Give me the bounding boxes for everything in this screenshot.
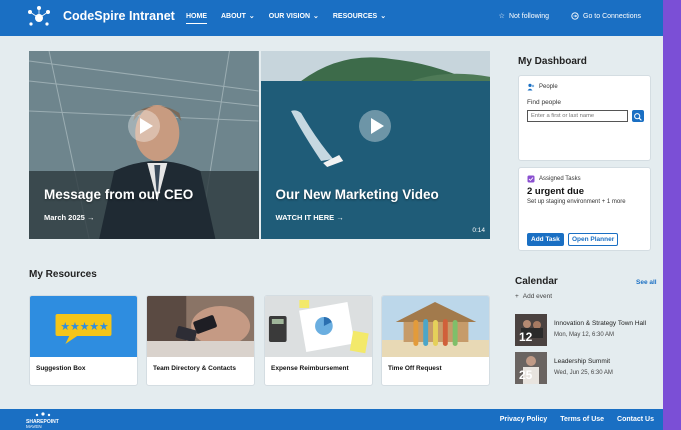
event-day: 12 [519, 330, 533, 344]
chevron-down-icon: ⌄ [313, 13, 319, 20]
svg-text:★★★★★: ★★★★★ [60, 320, 109, 333]
follow-label: Not following [508, 12, 550, 20]
hero-ceo-message[interactable]: Message from our CEO March 2025 → [29, 51, 259, 239]
privacy-policy-link[interactable]: Privacy Policy [500, 416, 547, 423]
people-card-title: People [539, 84, 558, 90]
video-duration: 0:14 [472, 227, 485, 234]
main-nav: HOME ABOUT ⌄ OUR VISION ⌄ RESOURCES ⌄ [186, 12, 400, 24]
hero-ceo-link[interactable]: March 2025 → [44, 213, 94, 222]
top-actions: ☆ Not following Go to Connections [499, 12, 641, 20]
arrow-right-icon: → [86, 213, 95, 222]
calendar-event[interactable]: 25 Leadership Summit Wed, Jun 25, 6:30 A… [515, 352, 655, 384]
resources-title: My Resources [29, 269, 97, 280]
svg-text:MAVEN: MAVEN [26, 424, 42, 429]
contact-us-link[interactable]: Contact Us [617, 416, 654, 423]
play-icon[interactable] [358, 109, 392, 143]
open-planner-button[interactable]: Open Planner [568, 233, 619, 246]
people-card-header: People [527, 83, 558, 91]
event-day: 25 [519, 368, 533, 382]
hero-marketing-video[interactable]: Our New Marketing Video WATCH IT HERE → … [260, 51, 490, 239]
resource-expense-reimbursement[interactable]: Expense Reimbursement [264, 295, 373, 386]
hero-video-link[interactable]: WATCH IT HERE → [276, 213, 344, 222]
planner-icon [527, 175, 535, 183]
see-all-link[interactable]: See all [636, 279, 657, 286]
people-card: People Find people [518, 75, 651, 161]
people-icon [527, 83, 535, 91]
go-to-connections-button[interactable]: Go to Connections [571, 12, 641, 20]
calendar-event[interactable]: 12 Innovation & Strategy Town Hall Mon, … [515, 314, 655, 346]
people-search-input[interactable] [527, 110, 628, 122]
nav-about-label: ABOUT [221, 12, 246, 20]
follow-button[interactable]: ☆ Not following [498, 12, 550, 21]
nav-home-label: HOME [186, 12, 207, 20]
top-navigation-bar: CodeSpire Intranet HOME ABOUT ⌄ OUR VISIO… [0, 0, 663, 36]
hero-ceo-title: Message from our CEO [44, 187, 194, 202]
hero-carousel: Message from our CEO March 2025 → Our Ne… [29, 51, 490, 239]
intranet-page: CodeSpire Intranet HOME ABOUT ⌄ OUR VISIO… [0, 0, 681, 430]
hero-ceo-link-label: March 2025 [44, 213, 85, 222]
task-summary[interactable]: Set up staging environment + 1 more [527, 199, 626, 205]
event-name: Innovation & Strategy Town Hall [554, 320, 647, 327]
site-footer: SHAREPOINT MAVEN Privacy Policy Terms of… [0, 409, 663, 430]
terms-of-use-link[interactable]: Terms of Use [560, 416, 604, 423]
arrow-right-icon: → [336, 213, 344, 222]
people-search-button[interactable] [632, 110, 644, 122]
event-thumbnail: 25 [515, 352, 547, 384]
connections-label: Go to Connections [583, 12, 641, 20]
hero-video-title: Our New Marketing Video [275, 187, 439, 202]
tasks-card-title: Assigned Tasks [539, 176, 581, 182]
resource-label: Expense Reimbursement [271, 365, 349, 372]
resource-label: Team Directory & Contacts [153, 365, 236, 372]
search-icon [634, 113, 642, 121]
beach-hut-image [382, 296, 489, 357]
phones-image [147, 296, 254, 357]
boat-photo [260, 51, 490, 239]
ceo-photo [29, 51, 259, 239]
add-event-label: Add event [522, 293, 553, 300]
nav-our-vision-label: OUR VISION [268, 12, 310, 20]
connections-icon [571, 12, 579, 20]
footer-links: Privacy Policy Terms of Use Contact Us [500, 416, 654, 423]
event-name: Leadership Summit [554, 358, 610, 365]
calendar-title: Calendar [515, 276, 558, 287]
event-time: Wed, Jun 25, 6:30 AM [554, 370, 613, 376]
find-people-label: Find people [527, 99, 561, 106]
nav-resources[interactable]: RESOURCES ⌄ [332, 12, 387, 21]
nav-about[interactable]: ABOUT ⌄ [221, 12, 255, 21]
tasks-card-header: Assigned Tasks [527, 175, 581, 183]
desk-charts-image [265, 296, 372, 357]
resource-team-directory[interactable]: Team Directory & Contacts [146, 295, 255, 386]
site-title[interactable]: CodeSpire Intranet [63, 9, 175, 23]
hero-video-link-label: WATCH IT HERE [275, 213, 335, 222]
resource-label: Suggestion Box [36, 365, 86, 372]
dashboard-title: My Dashboard [518, 56, 587, 67]
site-logo-icon[interactable] [27, 6, 51, 28]
assigned-tasks-card: Assigned Tasks 2 urgent due Set up stagi… [518, 167, 651, 251]
chevron-down-icon: ⌄ [380, 13, 387, 20]
chevron-down-icon: ⌄ [248, 13, 255, 20]
add-event-button[interactable]: + Add event [515, 293, 552, 300]
urgent-count: 2 urgent due [527, 186, 585, 197]
event-time: Mon, May 12, 6:30 AM [554, 332, 615, 338]
nav-our-vision[interactable]: OUR VISION ⌄ [268, 12, 319, 21]
add-task-button[interactable]: Add Task [527, 233, 564, 246]
nav-home[interactable]: HOME [186, 12, 207, 24]
star-icon: ☆ [498, 13, 505, 20]
plus-icon: + [515, 293, 519, 300]
resource-time-off-request[interactable]: Time Off Request [381, 295, 490, 386]
resource-suggestion-box[interactable]: ★★★★★ Suggestion Box [29, 295, 138, 386]
event-thumbnail: 12 [515, 314, 547, 346]
nav-resources-label: RESOURCES [332, 12, 378, 20]
stars-rating-image: ★★★★★ [30, 296, 137, 357]
resource-label: Time Off Request [388, 365, 442, 372]
window-frame-edge [663, 0, 681, 430]
sharepoint-maven-logo[interactable]: SHAREPOINT MAVEN [25, 411, 61, 429]
play-icon[interactable] [127, 109, 161, 143]
